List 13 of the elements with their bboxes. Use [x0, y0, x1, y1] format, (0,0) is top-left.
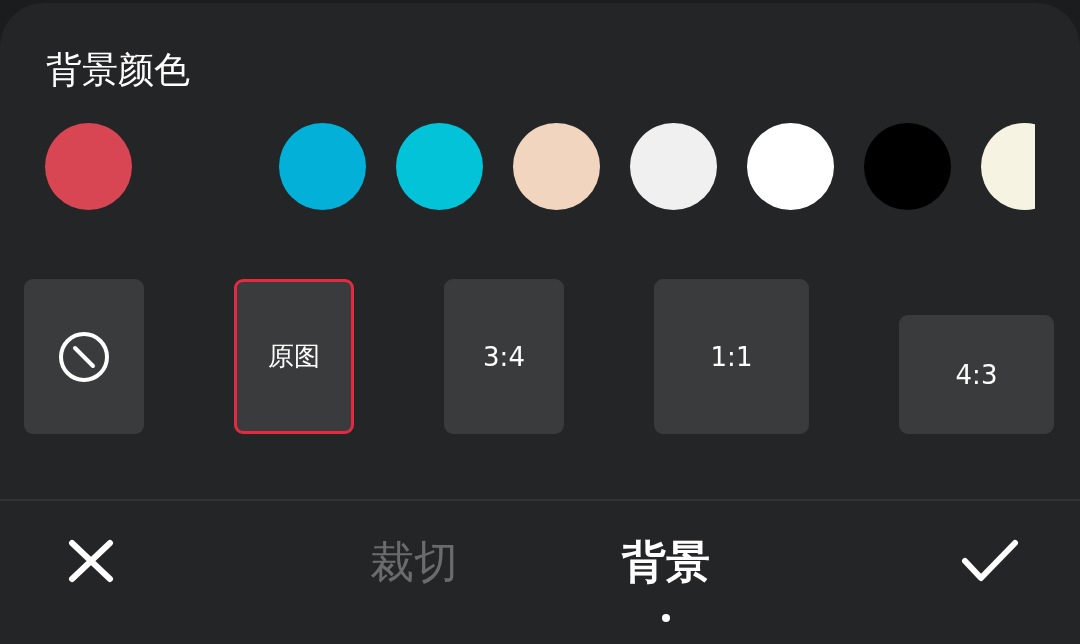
- check-icon: [961, 539, 1019, 583]
- confirm-button[interactable]: [961, 539, 1019, 583]
- ratio-tile[interactable]: 原图: [234, 279, 354, 434]
- active-dot-icon: [661, 614, 670, 622]
- ratio-tile[interactable]: 3:4: [444, 279, 564, 434]
- close-button[interactable]: [68, 539, 114, 583]
- close-icon: [68, 539, 114, 583]
- section-title: 背景颜色: [46, 50, 190, 90]
- ratio-tile[interactable]: 4:3: [899, 315, 1054, 434]
- mode-tab[interactable]: 背景: [621, 539, 710, 622]
- no-crop-tile[interactable]: [24, 279, 144, 434]
- prohibited-icon: [58, 330, 110, 383]
- ratio-tile[interactable]: 1:1: [654, 279, 809, 434]
